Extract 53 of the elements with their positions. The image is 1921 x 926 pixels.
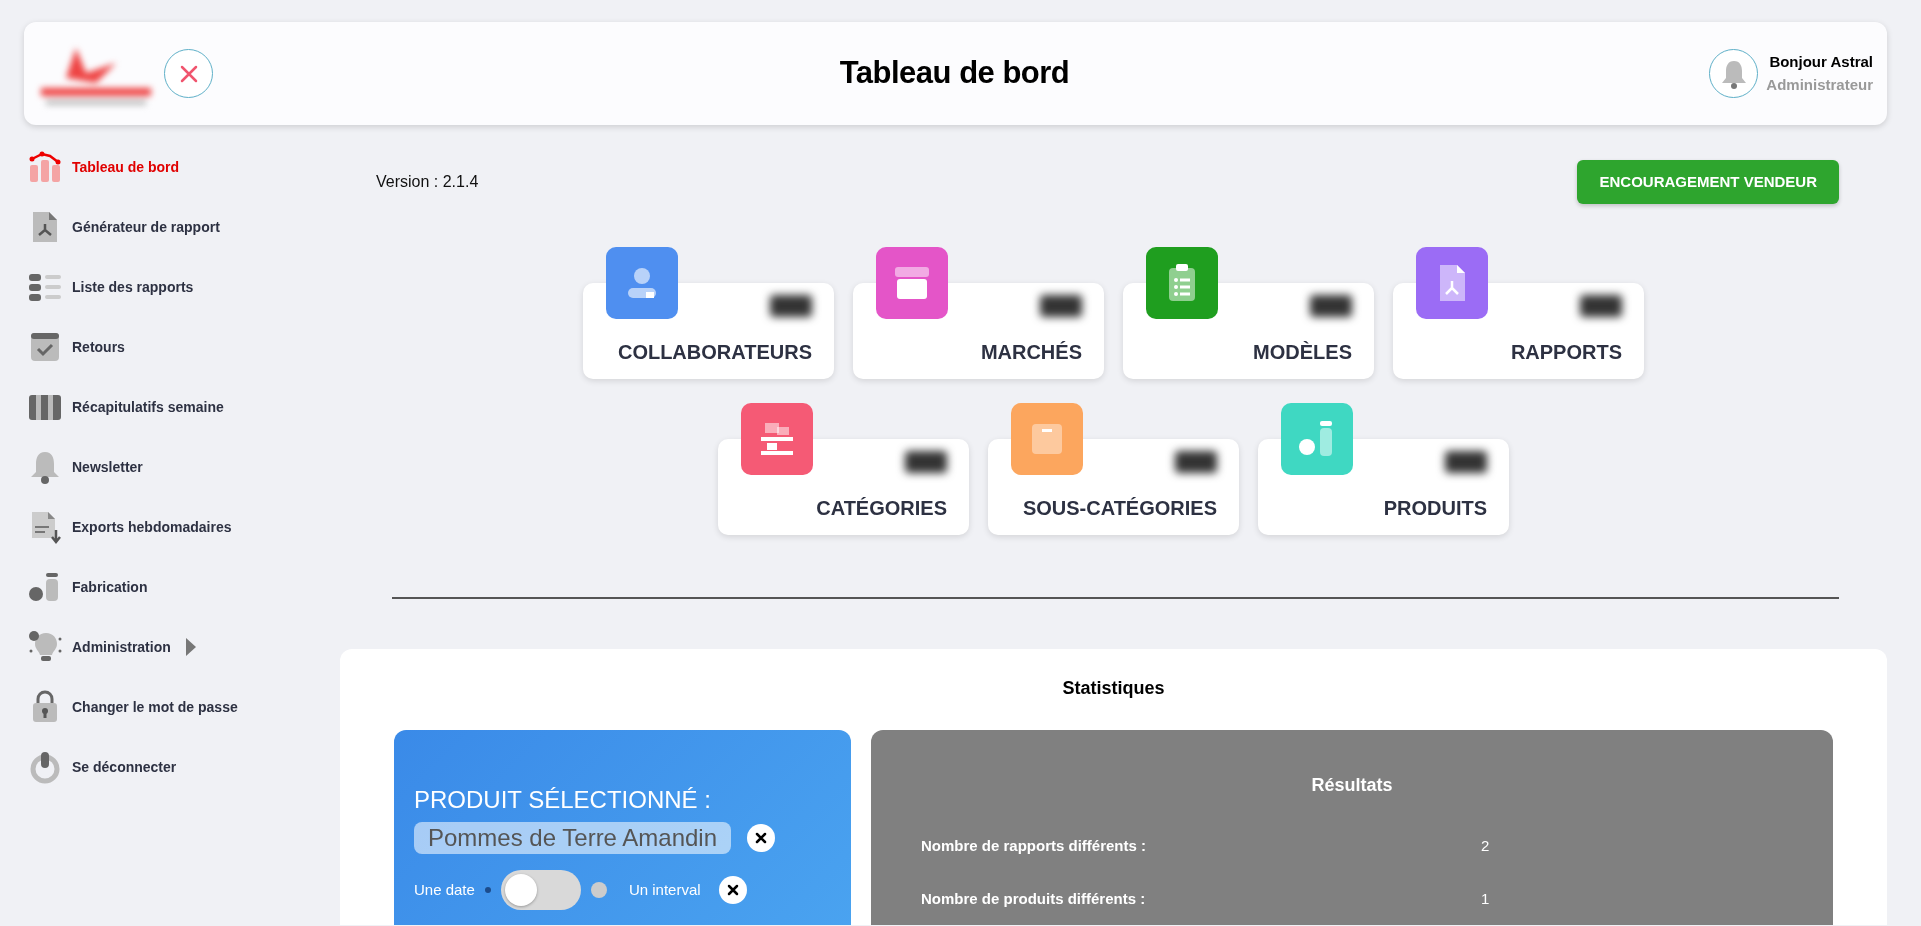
user-role: Administrateur bbox=[1766, 74, 1873, 95]
sidebar-item[interactable]: Retours bbox=[72, 317, 125, 377]
toggle-label: Une date bbox=[414, 879, 475, 900]
sidebar-item[interactable]: Récapitulatifs semaine bbox=[72, 377, 224, 437]
radio-circle-icon bbox=[590, 882, 607, 898]
sidebar-item[interactable]: Générateur de rapport bbox=[72, 197, 220, 257]
clear-button[interactable] bbox=[747, 824, 776, 852]
stat-label: COLLABORATEURS bbox=[617, 340, 812, 365]
stat-label: MODÈLES bbox=[1253, 340, 1352, 365]
blurred-number bbox=[770, 295, 812, 317]
results-title: Résultats bbox=[1310, 774, 1394, 797]
stat-label: RAPPORTS bbox=[1510, 340, 1622, 365]
blurred-number bbox=[1580, 295, 1622, 317]
stat-label: MARCHÉS bbox=[980, 340, 1082, 365]
sidebar-item[interactable]: Administration bbox=[72, 617, 171, 677]
close-icon bbox=[725, 883, 740, 897]
sidebar-item[interactable]: Newsletter bbox=[72, 437, 143, 497]
page-title: Tableau de bord bbox=[839, 55, 1070, 91]
result-label: Nombre de rapports différents : bbox=[921, 836, 1148, 856]
blurred-number bbox=[1040, 295, 1082, 317]
stat-label: PRODUITS bbox=[1383, 496, 1487, 521]
close-icon bbox=[178, 63, 199, 84]
result-value: 1 bbox=[1481, 888, 1490, 909]
sidebar-item[interactable]: Liste des rapports bbox=[72, 257, 194, 317]
date-mode-switch[interactable] bbox=[500, 870, 581, 910]
caret-icon bbox=[184, 637, 197, 657]
user-greeting: Bonjour Astral bbox=[1768, 52, 1873, 72]
notification-button[interactable] bbox=[1709, 49, 1759, 98]
sidebar-item[interactable]: Se déconnecter bbox=[72, 737, 177, 797]
radio-dot-icon bbox=[484, 887, 491, 893]
blurred-number bbox=[1175, 451, 1217, 473]
sidebar-item[interactable]: Fabrication bbox=[72, 557, 148, 617]
list-icon bbox=[26, 271, 64, 303]
blurred-number bbox=[1445, 451, 1487, 473]
close-icon bbox=[754, 831, 769, 845]
stat-label: CATÉGORIES bbox=[816, 496, 947, 521]
blurred-number bbox=[905, 451, 947, 473]
blurred-number bbox=[1310, 295, 1352, 317]
stat-label: SOUS-CATÉGORIES bbox=[1022, 496, 1217, 521]
toggle-label: Un interval bbox=[628, 879, 701, 900]
statistics-title: Statistiques bbox=[1061, 677, 1166, 700]
close-button[interactable] bbox=[164, 49, 213, 98]
version-text: Version : 2.1.4 bbox=[376, 172, 479, 192]
selected-product-chip: Pommes de Terre Amandin bbox=[414, 822, 732, 854]
clear-button[interactable] bbox=[718, 876, 747, 904]
sidebar-item[interactable]: Changer le mot de passe bbox=[72, 677, 238, 737]
selection-heading: PRODUIT SÉLECTIONNÉ : bbox=[414, 785, 712, 815]
result-value: 2 bbox=[1481, 836, 1490, 856]
sidebar-item[interactable]: Tableau de bord bbox=[72, 137, 180, 197]
result-label: Nombre de produits différents : bbox=[921, 888, 1147, 909]
columns-icon bbox=[26, 392, 64, 422]
sidebar-item[interactable]: Exports hebdomadaires bbox=[72, 497, 232, 557]
bell-icon bbox=[1720, 58, 1747, 89]
